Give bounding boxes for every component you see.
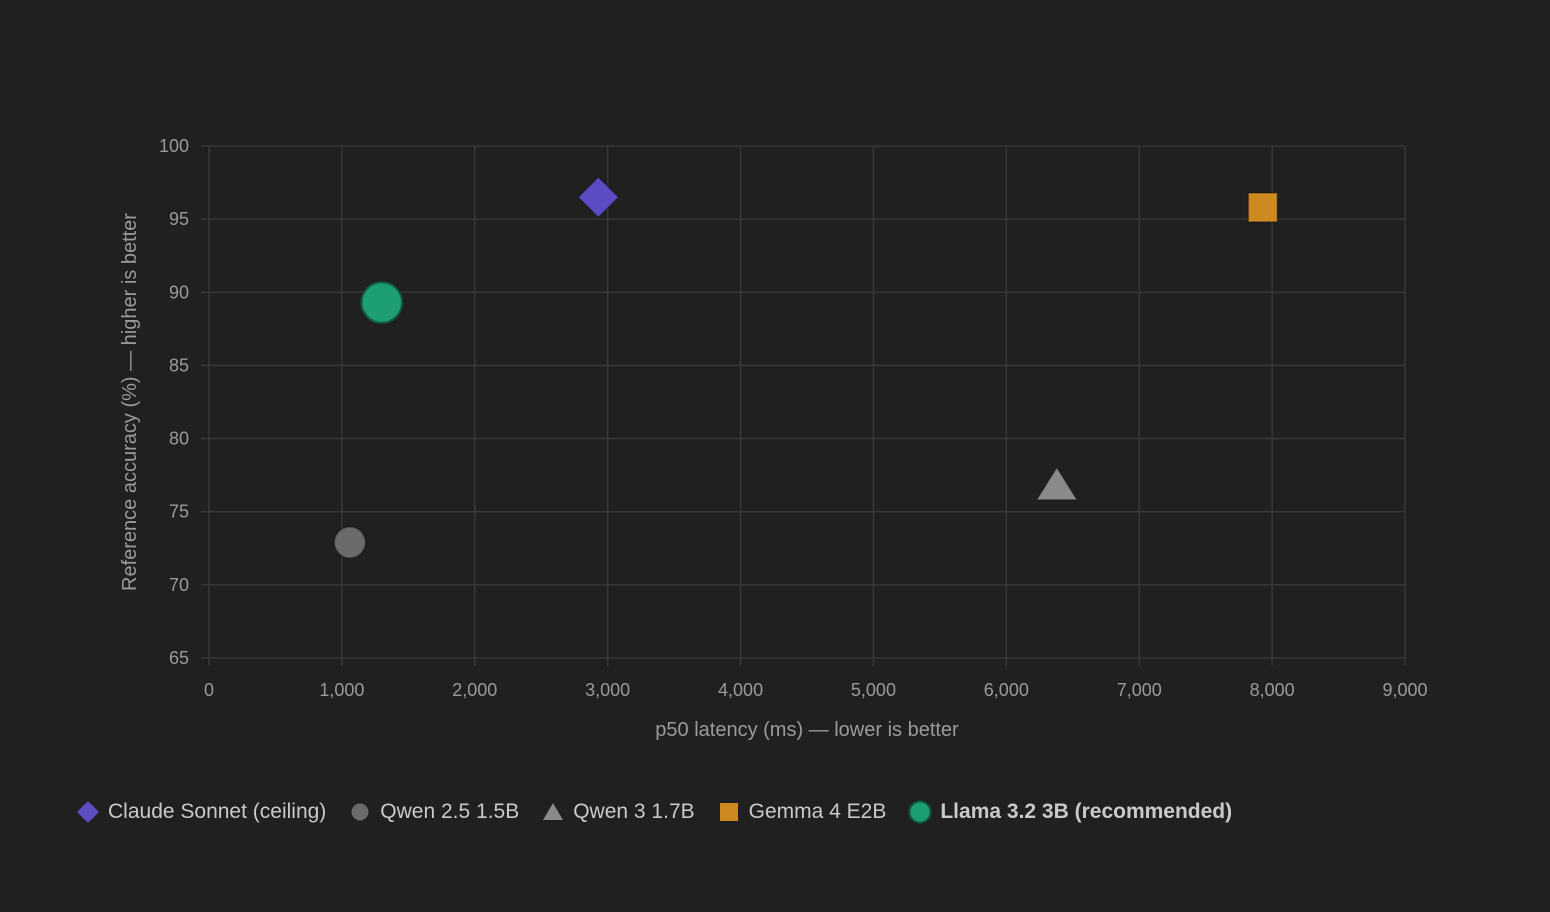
y-tick-label: 85	[169, 355, 189, 375]
x-axis-ticks: 0 1,000 2,000 3,000 4,000 5,000 6,000 7,000 8,00…	[204, 680, 1428, 700]
x-tick-label: 4,000	[718, 680, 763, 700]
x-tick-label: 8,000	[1250, 680, 1295, 700]
y-tick-label: 95	[169, 209, 189, 229]
legend-marker-square	[719, 803, 738, 821]
x-tick-label: 7,000	[1117, 680, 1162, 700]
chart-legend: Claude Sonnet (ceiling) Qwen 2.5 1.5B Qwen…	[76, 794, 1254, 830]
data-point-qwen-2-5-1-5b	[333, 525, 367, 560]
legend-item: Qwen 2.5 1.5B	[348, 800, 519, 824]
legend-item: Gemma 4 E2B	[717, 800, 887, 824]
data-point-qwen-3-1-7b	[1035, 466, 1079, 501]
legend-item: Llama 3.2 3B (recommended)	[908, 800, 1232, 824]
grid-lines	[201, 145, 1406, 666]
x-axis-title: p50 latency (ms) — lower is better	[655, 719, 959, 741]
y-axis-ticks: 65 70 75 80 85 90 95 100	[159, 136, 189, 668]
x-tick-label: 2,000	[452, 680, 497, 700]
legend-item: Claude Sonnet (ceiling)	[76, 800, 326, 824]
y-tick-label: 65	[169, 648, 189, 668]
y-tick-label: 80	[169, 429, 189, 449]
legend-item: Qwen 3 1.7B	[541, 800, 695, 824]
legend-label: Llama 3.2 3B (recommended)	[940, 800, 1233, 823]
legend-marker-diamond	[77, 801, 99, 823]
y-tick-label: 100	[159, 136, 189, 156]
y-tick-label: 75	[169, 502, 189, 522]
data-point-llama-3-2-3b-recommended	[360, 281, 404, 324]
data-points	[333, 176, 1278, 560]
x-tick-label: 1,000	[319, 680, 364, 700]
x-tick-label: 0	[204, 680, 214, 700]
x-tick-label: 6,000	[984, 680, 1029, 700]
legend-label: Claude Sonnet (ceiling)	[108, 800, 327, 823]
x-tick-label: 5,000	[851, 680, 896, 700]
legend-marker-circle	[351, 803, 369, 821]
y-tick-label: 70	[169, 575, 189, 595]
scatter-chart: 0 1,000 2,000 3,000 4,000 5,000 6,000 7,000 8,00…	[119, 136, 1428, 741]
x-tick-label: 3,000	[585, 680, 630, 700]
legend-marker-triangle	[543, 803, 564, 820]
data-point-claude-sonnet-ceiling	[577, 176, 620, 219]
legend-label: Gemma 4 E2B	[748, 800, 887, 823]
y-axis-title: Reference accuracy (%) — higher is bette…	[119, 213, 141, 591]
data-point-gemma-4-e2b	[1247, 192, 1278, 223]
legend-marker-circle	[908, 800, 932, 824]
legend-label: Qwen 2.5 1.5B	[380, 800, 520, 823]
y-tick-label: 90	[169, 282, 189, 302]
x-tick-label: 9,000	[1382, 680, 1427, 700]
legend-label: Qwen 3 1.7B	[573, 800, 695, 823]
